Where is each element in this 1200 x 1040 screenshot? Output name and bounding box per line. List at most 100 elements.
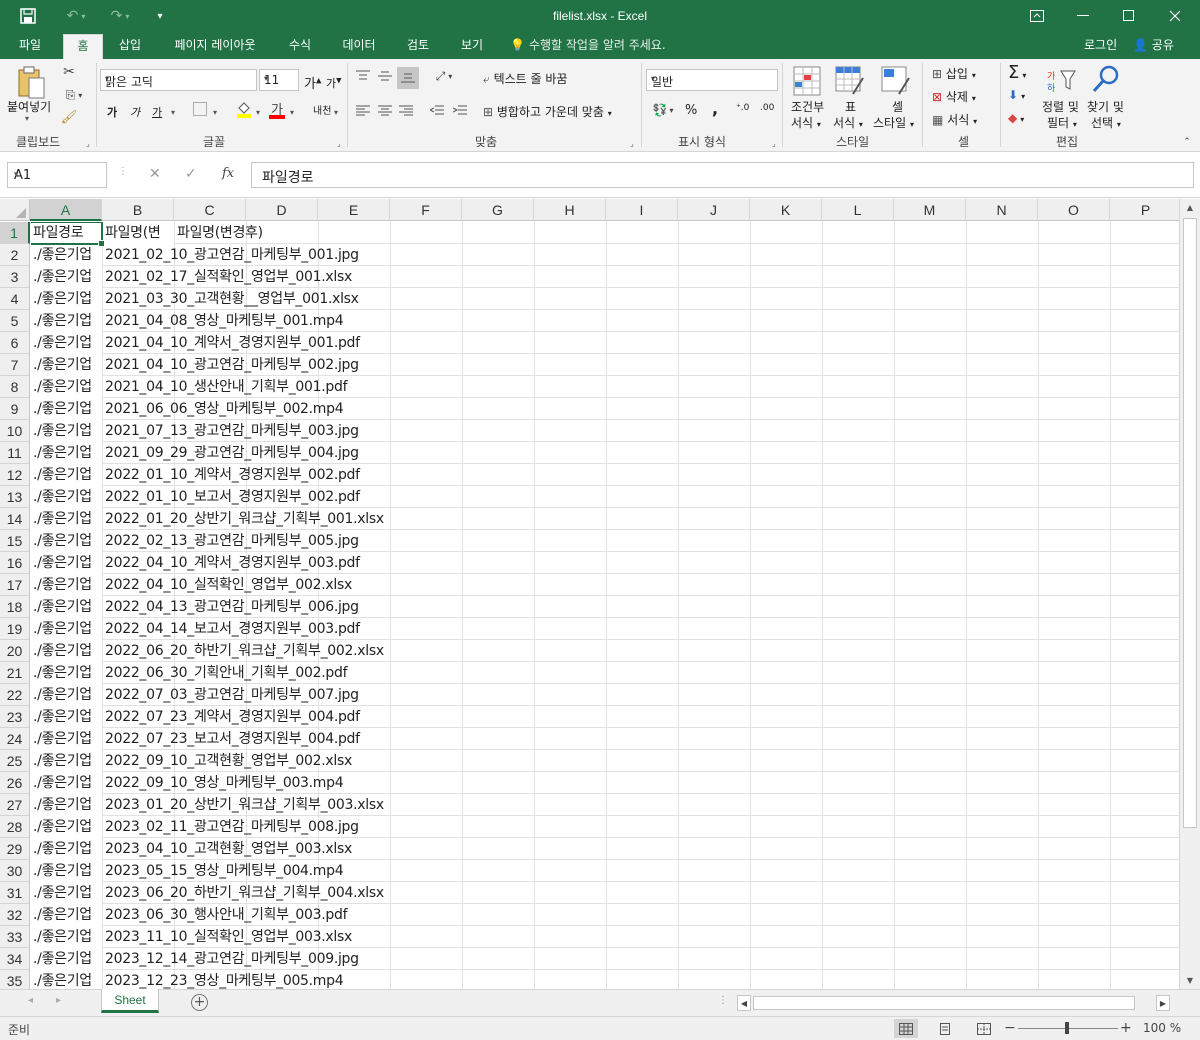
- cell-b21[interactable]: 2022_06_30_기획안내_기획부_002.pdf: [103, 662, 463, 684]
- align-left-icon[interactable]: [354, 102, 372, 120]
- vertical-scroll-thumb[interactable]: [1183, 218, 1197, 828]
- cut-icon[interactable]: ✂: [60, 63, 78, 81]
- column-header-i[interactable]: I: [606, 199, 678, 221]
- cell-b23[interactable]: 2022_07_23_계약서_경영지원부_004.pdf: [103, 706, 463, 728]
- column-header-a[interactable]: A: [30, 199, 102, 221]
- cell-styles-label-2[interactable]: 스타일 ▾: [873, 114, 914, 131]
- close-icon[interactable]: [1152, 0, 1198, 32]
- row-header-5[interactable]: 5: [0, 310, 30, 332]
- row-header-8[interactable]: 8: [0, 376, 30, 398]
- autosum-icon[interactable]: Σ ▾: [1008, 62, 1026, 83]
- column-header-o[interactable]: O: [1038, 199, 1110, 221]
- row-header-20[interactable]: 20: [0, 640, 30, 662]
- collapse-ribbon-icon[interactable]: ⌃: [1180, 135, 1194, 149]
- row-header-4[interactable]: 4: [0, 288, 30, 310]
- cell-c1[interactable]: 파일명(변경후): [175, 222, 318, 244]
- select-all-button[interactable]: [0, 199, 30, 221]
- wrap-text-button[interactable]: ⤶ 텍스트 줄 바꿈: [483, 70, 567, 87]
- cell-a10[interactable]: ./좋은기업: [31, 420, 102, 442]
- cell-b13[interactable]: 2022_01_10_보고서_경영지원부_002.pdf: [103, 486, 463, 508]
- underline-button[interactable]: 가: [152, 104, 162, 120]
- cell-a25[interactable]: ./좋은기업: [31, 750, 102, 772]
- cell-b33[interactable]: 2023_11_10_실적확인_영업부_003.xlsx: [103, 926, 463, 948]
- cell-a23[interactable]: ./좋은기업: [31, 706, 102, 728]
- cancel-icon[interactable]: ✕: [149, 166, 161, 182]
- cell-a26[interactable]: ./좋은기업: [31, 772, 102, 794]
- zoom-level[interactable]: 100 %: [1143, 1021, 1181, 1035]
- cell-b10[interactable]: 2021_07_13_광고연감_마케팅부_003.jpg: [103, 420, 463, 442]
- row-header-23[interactable]: 23: [0, 706, 30, 728]
- row-header-10[interactable]: 10: [0, 420, 30, 442]
- tab-view[interactable]: 보기: [450, 34, 494, 59]
- horizontal-scroll-thumb[interactable]: [753, 996, 1135, 1010]
- cell-b26[interactable]: 2022_09_10_영상_마케팅부_003.mp4: [103, 772, 463, 794]
- cell-a30[interactable]: ./좋은기업: [31, 860, 102, 882]
- column-header-m[interactable]: M: [894, 199, 966, 221]
- row-header-29[interactable]: 29: [0, 838, 30, 860]
- zoom-in-button[interactable]: +: [1120, 1020, 1132, 1036]
- copy-icon[interactable]: ⎘ ▾: [60, 86, 88, 104]
- row-header-18[interactable]: 18: [0, 596, 30, 618]
- formula-input[interactable]: 파일경로 ⌄: [251, 162, 1194, 188]
- page-layout-view-icon[interactable]: [933, 1019, 957, 1038]
- row-header-3[interactable]: 3: [0, 266, 30, 288]
- cell-a8[interactable]: ./좋은기업: [31, 376, 102, 398]
- cell-b20[interactable]: 2022_06_20_하반기_워크샵_기획부_002.xlsx: [103, 640, 463, 662]
- cell-b1[interactable]: 파일명(변: [103, 222, 174, 244]
- column-header-e[interactable]: E: [318, 199, 390, 221]
- row-header-31[interactable]: 31: [0, 882, 30, 904]
- tab-formulas[interactable]: 수식: [278, 34, 322, 59]
- increase-indent-icon[interactable]: [451, 102, 469, 120]
- align-right-icon[interactable]: [397, 102, 415, 120]
- decrease-decimal-button[interactable]: .00: [760, 103, 774, 113]
- cell-area[interactable]: 파일경로 파일명(변 파일명(변경후) 2021_02_10_광고연감_마케팅부_00…: [31, 222, 1179, 989]
- row-header-13[interactable]: 13: [0, 486, 30, 508]
- insert-function-icon[interactable]: fx: [222, 166, 234, 181]
- sort-filter-icon[interactable]: 가하: [1046, 65, 1078, 95]
- align-center-icon[interactable]: [376, 102, 394, 120]
- cell-a3[interactable]: ./좋은기업: [31, 266, 102, 288]
- vertical-scrollbar[interactable]: ▲ ▼: [1179, 199, 1200, 989]
- cell-a7[interactable]: ./좋은기업: [31, 354, 102, 376]
- sort-filter-label[interactable]: 정렬 및: [1042, 98, 1079, 115]
- row-header-22[interactable]: 22: [0, 684, 30, 706]
- cell-b8[interactable]: 2021_04_10_생산안내_기획부_001.pdf: [103, 376, 463, 398]
- align-bottom-icon[interactable]: [397, 67, 419, 89]
- row-header-2[interactable]: 2: [0, 244, 30, 266]
- cell-b16[interactable]: 2022_04_10_계약서_경영지원부_003.pdf: [103, 552, 463, 574]
- column-header-p[interactable]: P: [1110, 199, 1179, 221]
- row-header-30[interactable]: 30: [0, 860, 30, 882]
- row-header-1[interactable]: 1: [0, 222, 30, 244]
- column-header-b[interactable]: B: [102, 199, 174, 221]
- cell-a27[interactable]: ./좋은기업: [31, 794, 102, 816]
- number-launcher-icon[interactable]: ⌟: [772, 139, 776, 148]
- cell-a28[interactable]: ./좋은기업: [31, 816, 102, 838]
- row-header-17[interactable]: 17: [0, 574, 30, 596]
- cell-b29[interactable]: 2023_04_10_고객현황_영업부_003.xlsx: [103, 838, 463, 860]
- font-name-dropdown[interactable]: 맑은 고딕 ▾: [100, 69, 257, 91]
- tab-insert[interactable]: 삽입: [108, 34, 152, 59]
- shrink-font-button[interactable]: 가▼: [326, 75, 342, 91]
- cell-b34[interactable]: 2023_12_14_광고연감_마케팅부_009.jpg: [103, 948, 463, 970]
- orientation-icon[interactable]: ⤢ ▾: [430, 67, 458, 85]
- cell-b24[interactable]: 2022_07_23_보고서_경영지원부_004.pdf: [103, 728, 463, 750]
- format-as-table-label-2[interactable]: 서식 ▾: [833, 114, 863, 131]
- cell-a16[interactable]: ./좋은기업: [31, 552, 102, 574]
- tab-review[interactable]: 검토: [396, 34, 440, 59]
- cell-a32[interactable]: ./좋은기업: [31, 904, 102, 926]
- tab-split-handle-icon[interactable]: ⋮: [718, 995, 728, 1006]
- phonetic-guide-button[interactable]: 내천: [313, 102, 331, 117]
- tab-data[interactable]: 데이터: [332, 34, 386, 59]
- format-painter-icon[interactable]: 🖌: [60, 108, 78, 126]
- sign-in-link[interactable]: 로그인: [1084, 34, 1117, 57]
- cell-a31[interactable]: ./좋은기업: [31, 882, 102, 904]
- scroll-left-icon[interactable]: ◀: [737, 995, 751, 1011]
- column-header-f[interactable]: F: [390, 199, 462, 221]
- minimize-icon[interactable]: [1060, 0, 1106, 32]
- cell-a12[interactable]: ./좋은기업: [31, 464, 102, 486]
- clear-icon[interactable]: ◆ ▾: [1008, 111, 1024, 125]
- cell-b27[interactable]: 2023_01_20_상반기_워크샵_기획부_003.xlsx: [103, 794, 463, 816]
- cell-b6[interactable]: 2021_04_10_계약서_경영지원부_001.pdf: [103, 332, 463, 354]
- clipboard-launcher-icon[interactable]: ⌟: [86, 139, 90, 148]
- cell-b11[interactable]: 2021_09_29_광고연감_마케팅부_004.jpg: [103, 442, 463, 464]
